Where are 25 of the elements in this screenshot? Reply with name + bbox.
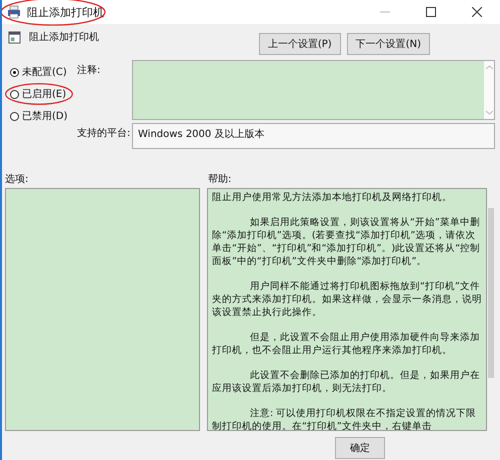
radio-button[interactable] — [10, 90, 19, 98]
ok-button[interactable]: 确定 — [335, 437, 385, 459]
comment-label: 注释: — [76, 64, 102, 78]
policy-icon — [8, 30, 21, 44]
window-title: 阻止添加打印机 — [27, 4, 104, 20]
radio-button[interactable] — [10, 68, 19, 76]
printer-icon — [6, 4, 22, 20]
help-paragraph: 如果启用此策略设置，则该设置将从“开始”菜单中删除“添加打印机”选项。(若要查找“添加打印机”选项，请依次单击“开始”、“打印机”和“添加打印机”。)此设置还将从“控制面板”中的“打印机”文件夹中删除“添加打印机”。 — [212, 216, 482, 268]
setting-title: 阻止添加打印机 — [29, 30, 99, 44]
help-label: 帮助: — [208, 172, 232, 187]
close-icon — [472, 7, 482, 17]
help-paragraph: 阻止用户使用常见方法添加本地打印机及网络打印机。 — [212, 191, 453, 204]
radio-button[interactable] — [10, 112, 19, 120]
radio-option[interactable]: 已禁用(D) — [5, 105, 73, 127]
platform-label: 支持的平台: — [76, 126, 132, 141]
help-paragraph: 此设置不会删除已添加的打印机。但是，如果用户在应用该设置后添加打印机，则无法打印。 — [212, 369, 481, 395]
options-label: 选项: — [5, 172, 30, 187]
maximize-icon — [426, 7, 436, 17]
help-paragraph: 用户同样不能通过将打印机图标拖放到“打印机”文件夹的方式来添加打印机。如果这样做，会显示一条消息，说明该设置禁止执行此操作。 — [212, 280, 482, 319]
help-paragraph: 但是，此设置不会阻止用户使用添加硬件向导来添加打印机，也不会阻止用户运行其他程序来添加打印机。 — [212, 331, 481, 357]
radio-option[interactable]: 已启用(E) — [5, 83, 73, 105]
radio-option[interactable]: 未配置(C) — [5, 61, 73, 83]
nav-button[interactable]: 上一个设置(P) — [258, 33, 341, 55]
nav-button[interactable]: 下一个设置(N) — [346, 33, 430, 55]
platform-field: Windows 2000 及以上版本 — [132, 123, 495, 149]
